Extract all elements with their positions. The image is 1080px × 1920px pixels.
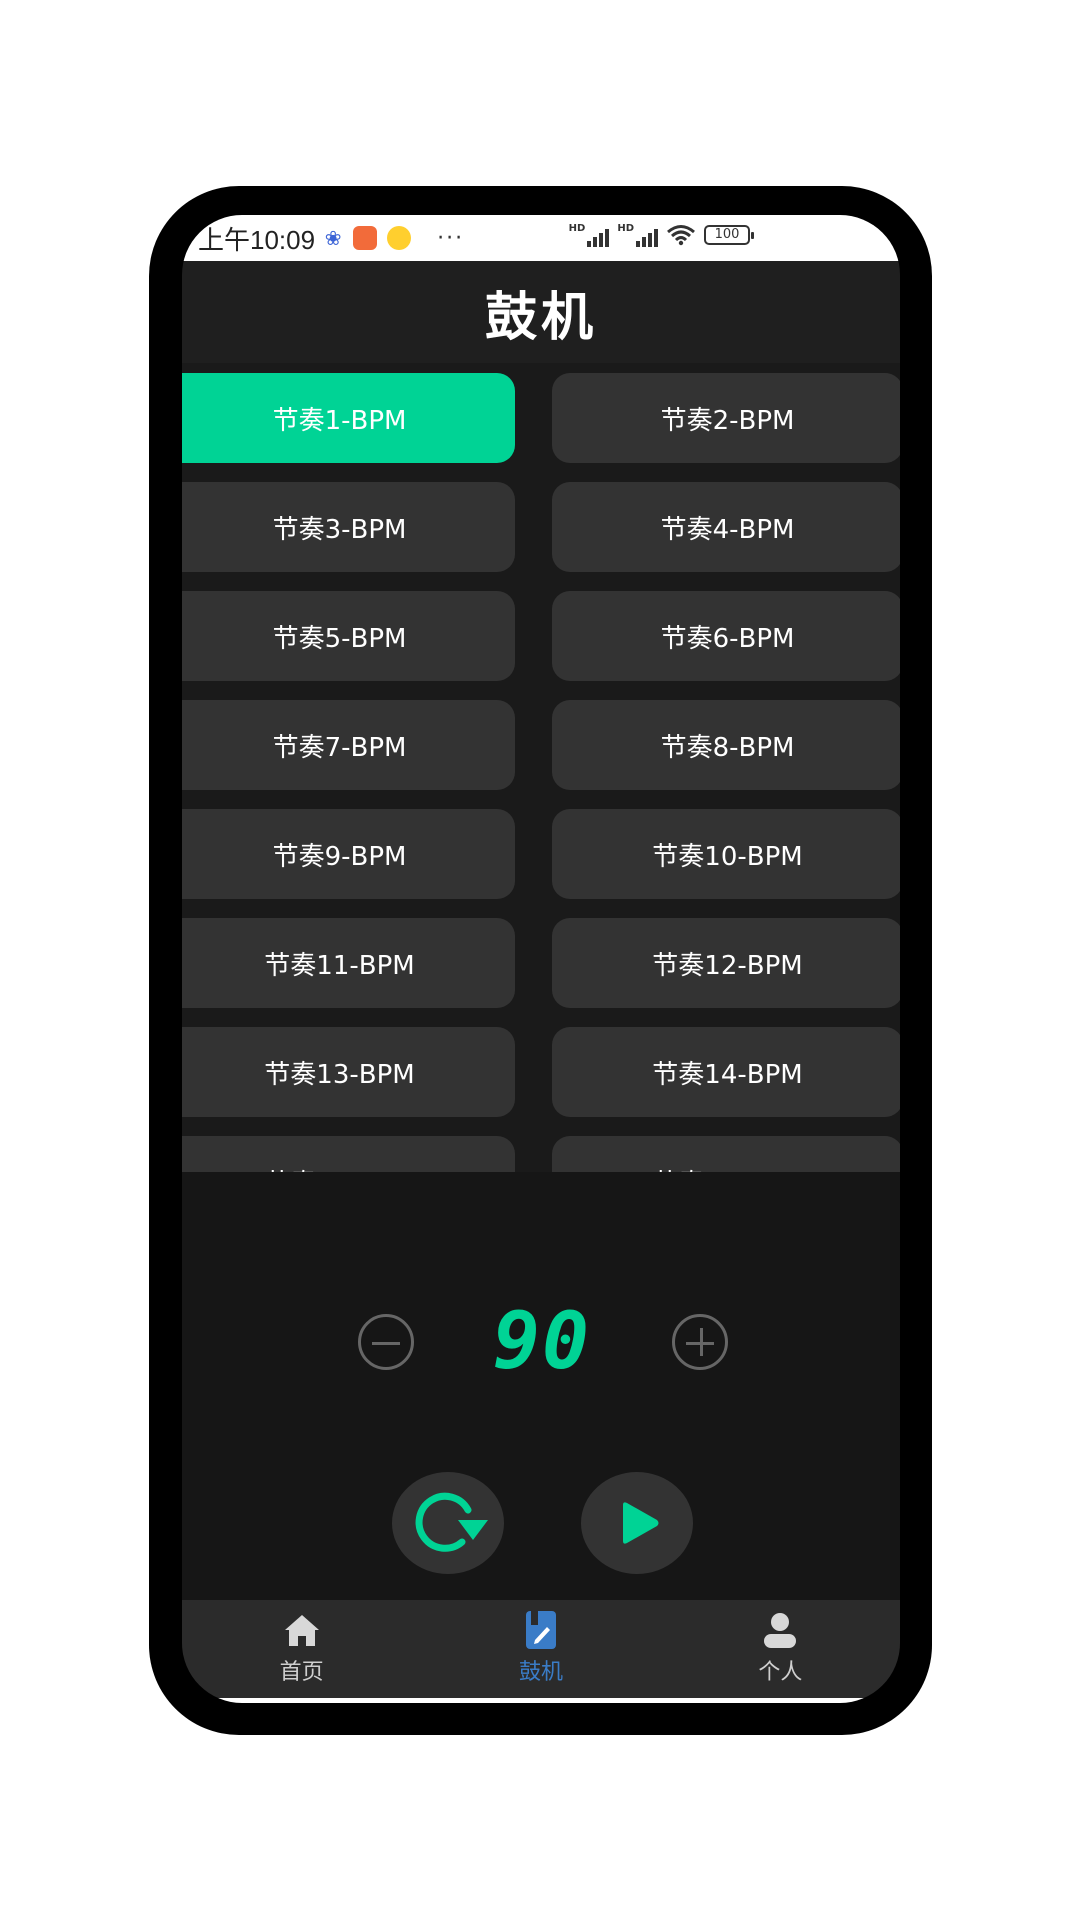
weibo-app-icon — [387, 226, 412, 250]
decrease-bpm-button[interactable] — [358, 1314, 414, 1370]
rhythm-button-11[interactable]: 节奏11-BPM — [182, 918, 515, 1008]
home-icon — [284, 1615, 319, 1646]
page-title: 鼓机 — [484, 287, 597, 348]
hd-label: HD — [568, 223, 586, 234]
rhythm-button-16[interactable]: 节奏16-BPM — [552, 1136, 900, 1172]
nav-label-profile: 个人 — [758, 1660, 803, 1685]
rhythm-button-3[interactable]: 节奏3-BPM — [182, 482, 515, 572]
rhythm-button-8[interactable]: 节奏8-BPM — [552, 700, 900, 790]
rhythm-button-4[interactable]: 节奏4-BPM — [552, 482, 900, 572]
rhythm-button-9[interactable]: 节奏9-BPM — [182, 809, 515, 899]
status-bar: 上午10:09 ❀ ··· HD HD 100 — [182, 215, 900, 261]
more-notifications-icon: ··· — [437, 225, 465, 251]
play-icon — [623, 1502, 659, 1544]
shopping-app-icon — [353, 226, 378, 250]
hd-label-2: HD — [617, 223, 634, 234]
cell-signal-icon-2: HD — [617, 223, 658, 247]
nav-label-drum-machine: 鼓机 — [518, 1660, 563, 1685]
wifi-icon — [667, 225, 695, 246]
bpm-control-panel: 90 — [182, 1172, 900, 1600]
nav-item-profile[interactable]: 个人 — [661, 1600, 900, 1698]
rhythm-button-6[interactable]: 节奏6-BPM — [552, 591, 900, 681]
rhythm-button-13[interactable]: 节奏13-BPM — [182, 1027, 515, 1117]
increase-bpm-button[interactable] — [672, 1314, 728, 1370]
rhythm-button-10[interactable]: 节奏10-BPM — [552, 809, 900, 899]
play-button[interactable] — [581, 1472, 693, 1574]
rhythm-button-12[interactable]: 节奏12-BPM — [552, 918, 900, 1008]
baidu-app-icon: ❀ — [323, 226, 344, 250]
battery-icon: 100 — [704, 225, 754, 245]
home-indicator — [182, 1698, 900, 1703]
rhythm-button-2[interactable]: 节奏2-BPM — [552, 373, 900, 463]
cell-signal-icon: HD — [569, 223, 610, 247]
loop-icon — [415, 1492, 488, 1552]
bottom-navigation: 首页 鼓机 个人 — [182, 1600, 900, 1698]
drum-machine-icon — [525, 1611, 556, 1649]
rhythm-button-1[interactable]: 节奏1-BPM — [182, 373, 515, 463]
bpm-display: 90 — [493, 1297, 591, 1387]
rhythm-button-14[interactable]: 节奏14-BPM — [552, 1027, 900, 1117]
person-icon — [764, 1613, 797, 1648]
rhythm-button-7[interactable]: 节奏7-BPM — [182, 700, 515, 790]
page-header: 鼓机 — [182, 261, 900, 363]
rhythm-button-5[interactable]: 节奏5-BPM — [182, 591, 515, 681]
rhythm-grid[interactable]: 节奏1-BPM 节奏2-BPM 节奏3-BPM 节奏4-BPM 节奏5-BPM … — [182, 363, 900, 1172]
rhythm-button-15[interactable]: 节奏15-BPM — [182, 1136, 515, 1172]
status-time: 上午10:09 — [198, 224, 316, 255]
app-screen: 上午10:09 ❀ ··· HD HD 100 鼓机 节奏1-BPM 节奏2-B… — [182, 215, 900, 1703]
loop-button[interactable] — [392, 1472, 504, 1574]
nav-item-home[interactable]: 首页 — [182, 1600, 421, 1698]
status-indicators: HD HD 100 — [569, 223, 754, 247]
nav-label-home: 首页 — [279, 1660, 324, 1685]
nav-item-drum-machine[interactable]: 鼓机 — [421, 1600, 660, 1698]
